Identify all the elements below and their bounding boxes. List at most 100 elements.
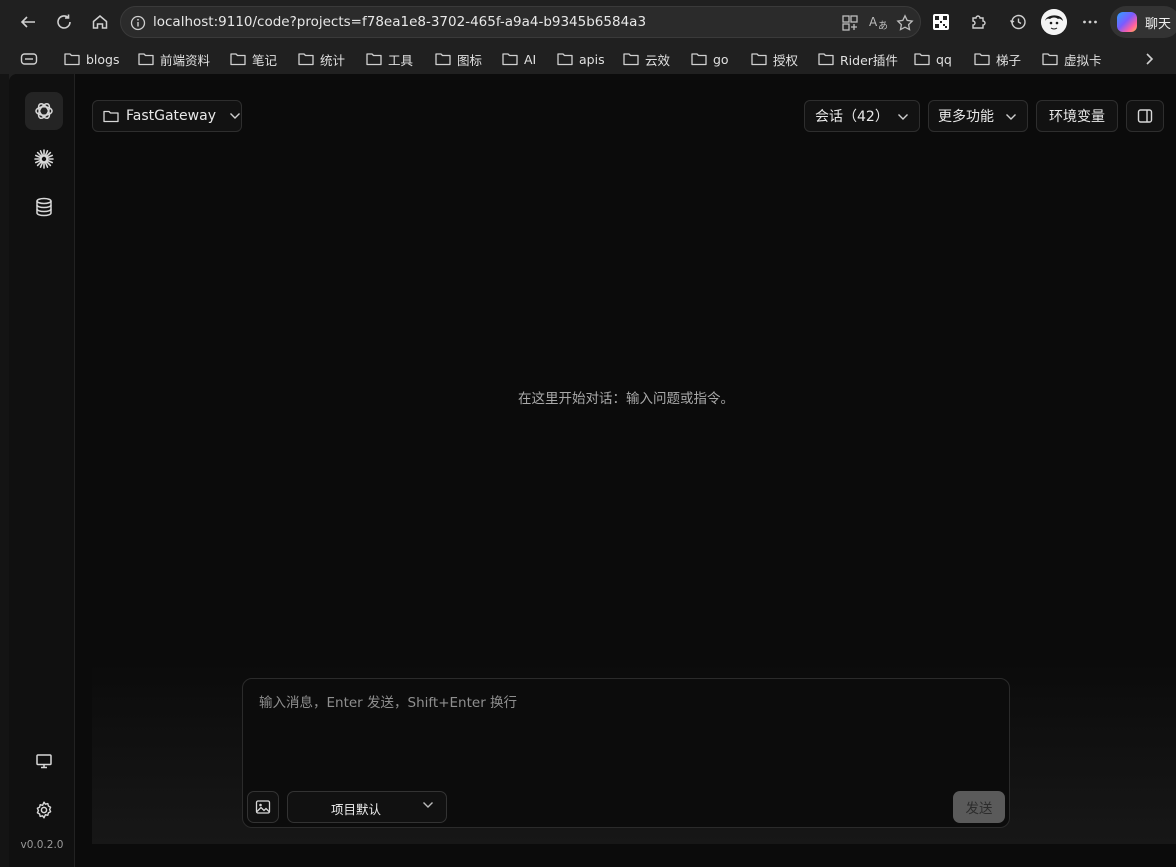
app-window: v0.0.2.0 FastGateway 会话（42） 更多功能 环境变量 在这… <box>9 74 1176 867</box>
database-icon <box>36 197 52 217</box>
bookmark-item[interactable]: apis <box>557 50 605 68</box>
env-vars-label: 环境变量 <box>1049 109 1105 125</box>
url-text: localhost:9110/code?projects=f78ea1e8-37… <box>153 14 647 30</box>
bookmarks-overflow-icon[interactable] <box>1142 51 1156 67</box>
model-select[interactable]: 项目默认 <box>287 791 447 823</box>
bookmark-item[interactable]: 统计 <box>298 50 345 68</box>
home-icon[interactable] <box>87 9 113 35</box>
bookmark-item[interactable]: 梯子 <box>974 50 1021 68</box>
sidebar-item-database[interactable] <box>25 188 63 226</box>
more-menu-icon[interactable] <box>1077 9 1103 35</box>
chat-label: 聊天 <box>1145 17 1172 32</box>
folder-icon <box>230 53 246 66</box>
message-composer: 项目默认 发送 <box>242 678 1010 828</box>
bookmark-item[interactable]: 授权 <box>751 50 798 68</box>
sidebar-item-openai[interactable] <box>25 92 63 130</box>
qr-code-icon[interactable] <box>928 9 954 35</box>
bookmark-item[interactable]: Rider插件 <box>818 50 898 68</box>
openai-icon <box>35 103 53 119</box>
bookmark-item[interactable]: go <box>691 50 729 68</box>
bookmark-label: 前端资料 <box>160 52 211 68</box>
left-page-edge <box>0 74 9 867</box>
reload-icon[interactable] <box>51 9 77 35</box>
copilot-chat-button[interactable]: 聊天 <box>1110 6 1176 38</box>
more-features-dropdown[interactable]: 更多功能 <box>928 100 1028 132</box>
folder-icon <box>502 53 518 66</box>
extensions-icon[interactable] <box>965 9 991 35</box>
bookmark-label: 工具 <box>388 52 414 68</box>
bookmark-item[interactable]: qq <box>914 50 952 68</box>
bookmark-item[interactable]: 工具 <box>366 50 413 68</box>
profile-avatar[interactable] <box>1041 9 1067 35</box>
folder-icon <box>64 53 80 66</box>
folder-icon <box>1042 53 1058 66</box>
bookmark-item[interactable]: AI <box>502 50 536 68</box>
bookmark-label: go <box>713 51 729 67</box>
send-button[interactable]: 发送 <box>953 791 1005 823</box>
bookmark-label: Rider插件 <box>840 52 898 68</box>
folder-icon <box>914 53 930 66</box>
back-icon[interactable] <box>15 9 41 35</box>
folder-icon <box>623 53 639 66</box>
toggle-panel-button[interactable] <box>1126 100 1164 132</box>
folder-icon <box>435 53 451 66</box>
chevron-down-icon <box>423 802 433 808</box>
env-vars-button[interactable]: 环境变量 <box>1036 100 1118 132</box>
bookmark-item[interactable]: blogs <box>64 50 120 68</box>
bookmark-label: 授权 <box>773 52 799 68</box>
bookmark-item[interactable]: 笔记 <box>230 50 277 68</box>
folder-icon <box>103 110 119 123</box>
bookmark-label: 笔记 <box>252 52 278 68</box>
bookmark-label: 虚拟卡 <box>1064 52 1102 68</box>
bookmark-label: qq <box>936 51 952 67</box>
sidebar-item-desktop[interactable] <box>25 742 63 780</box>
reading-list-icon[interactable] <box>20 51 38 67</box>
sidebar: v0.0.2.0 <box>9 74 75 867</box>
side-panel-icon <box>1137 109 1153 123</box>
bookmark-label: 图标 <box>457 52 483 68</box>
empty-state-text: 在这里开始对话：输入问题或指令。 <box>518 391 734 407</box>
history-icon[interactable] <box>1005 9 1031 35</box>
sparkle-burst-icon <box>34 149 54 169</box>
more-features-label: 更多功能 <box>938 109 994 125</box>
sessions-dropdown[interactable]: 会话（42） <box>804 100 920 132</box>
site-info-icon[interactable] <box>130 15 146 31</box>
folder-icon <box>818 53 834 66</box>
folder-icon <box>366 53 382 66</box>
favorite-star-icon[interactable] <box>896 14 914 32</box>
app-version: v0.0.2.0 <box>20 839 64 851</box>
bookmark-item[interactable]: 前端资料 <box>138 50 210 68</box>
gear-icon <box>36 801 52 819</box>
bookmark-label: 统计 <box>320 52 346 68</box>
bookmark-label: 梯子 <box>996 52 1022 68</box>
project-name: FastGateway <box>126 108 216 124</box>
bookmark-label: AI <box>524 51 537 67</box>
app-available-icon[interactable] <box>841 14 859 32</box>
image-icon <box>255 800 271 814</box>
message-input[interactable] <box>243 679 1009 783</box>
bookmark-item[interactable]: 图标 <box>435 50 482 68</box>
sidebar-item-claude[interactable] <box>25 140 63 178</box>
project-selector[interactable]: FastGateway <box>92 100 242 132</box>
bookmarks-bar: blogs 前端资料 笔记 统计 工具 图标 AI apis 云效 go 授权 Rider插件 qq 梯子… <box>0 44 1176 74</box>
folder-icon <box>138 53 154 66</box>
sidebar-item-settings[interactable] <box>25 791 63 829</box>
bookmark-item[interactable]: 云效 <box>623 50 670 68</box>
folder-icon <box>974 53 990 66</box>
chevron-down-icon <box>898 114 908 120</box>
svg-text:あ: あ <box>878 20 888 32</box>
folder-icon <box>298 53 314 66</box>
browser-toolbar: localhost:9110/code?projects=f78ea1e8-37… <box>0 0 1176 44</box>
address-bar[interactable]: localhost:9110/code?projects=f78ea1e8-37… <box>120 6 921 38</box>
bookmark-label: blogs <box>86 51 120 67</box>
copilot-icon <box>1117 12 1137 32</box>
chevron-down-icon <box>229 113 240 119</box>
attach-image-button[interactable] <box>247 791 279 823</box>
translate-icon[interactable]: Aあ <box>869 14 888 32</box>
bookmark-item[interactable]: 虚拟卡 <box>1042 50 1102 68</box>
folder-icon <box>557 53 573 66</box>
folder-icon <box>691 53 707 66</box>
model-select-value: 项目默认 <box>331 802 382 817</box>
svg-text:A: A <box>869 15 878 29</box>
bookmark-label: 云效 <box>645 52 671 68</box>
